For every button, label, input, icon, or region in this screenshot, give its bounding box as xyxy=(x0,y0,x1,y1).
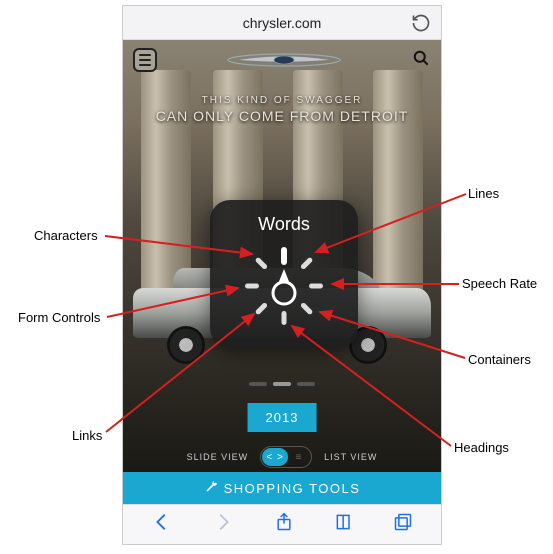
rotor-tick-form-controls xyxy=(245,283,259,288)
chrysler-logo xyxy=(224,50,344,70)
callout-form-controls: Form Controls xyxy=(18,310,100,325)
shopping-tools-bar[interactable]: SHOPPING TOOLS xyxy=(123,472,441,504)
safari-toolbar xyxy=(123,504,441,544)
carousel-dot[interactable] xyxy=(297,382,315,386)
hamburger-icon[interactable] xyxy=(133,48,157,72)
site-header xyxy=(123,40,441,80)
callout-links: Links xyxy=(72,428,102,443)
callout-speech-rate: Speech Rate xyxy=(462,276,537,291)
share-icon[interactable] xyxy=(274,512,294,537)
callout-headings: Headings xyxy=(454,440,509,455)
search-icon[interactable] xyxy=(411,48,431,73)
rotor-tick-links xyxy=(255,302,268,315)
forward-icon[interactable] xyxy=(212,511,234,538)
rotor-tick-containers xyxy=(300,302,313,315)
rotor-tick-words xyxy=(281,247,287,265)
rotor-tick-headings xyxy=(282,311,287,325)
reload-icon[interactable] xyxy=(411,13,431,33)
bookmarks-icon[interactable] xyxy=(334,512,354,537)
year-button[interactable]: 2013 xyxy=(248,403,317,432)
tabs-icon[interactable] xyxy=(393,512,413,537)
url-bar[interactable]: chrysler.com xyxy=(123,6,441,40)
callout-containers: Containers xyxy=(468,352,531,367)
view-toggle[interactable]: < > ≡ xyxy=(260,446,312,468)
view-toggle-row: SLIDE VIEW < > ≡ LIST VIEW xyxy=(123,446,441,468)
back-icon[interactable] xyxy=(151,511,173,538)
rotor-pointer-icon xyxy=(270,266,298,306)
rotor-tick-lines xyxy=(300,256,313,269)
slide-view-label: SLIDE VIEW xyxy=(187,452,249,462)
hero-line-1: THIS KIND OF SWAGGER xyxy=(123,95,441,106)
rotor-tick-speech-rate xyxy=(309,283,323,288)
url-text: chrysler.com xyxy=(243,15,322,31)
toggle-list-icon: ≡ xyxy=(288,452,310,463)
voiceover-rotor[interactable]: Words xyxy=(210,200,358,348)
list-view-label: LIST VIEW xyxy=(324,452,377,462)
hero-line-2: CAN ONLY COME FROM DETROIT xyxy=(123,108,441,124)
wrench-icon xyxy=(204,480,218,497)
carousel-dot[interactable] xyxy=(273,382,291,386)
shopping-tools-label: SHOPPING TOOLS xyxy=(224,481,361,496)
carousel-dots[interactable] xyxy=(123,382,441,386)
hero-headline: THIS KIND OF SWAGGER CAN ONLY COME FROM … xyxy=(123,95,441,124)
rotor-title: Words xyxy=(210,214,358,235)
callout-characters: Characters xyxy=(34,228,98,243)
carousel-dot[interactable] xyxy=(249,382,267,386)
toggle-knob: < > xyxy=(262,448,288,466)
callout-lines: Lines xyxy=(468,186,499,201)
rotor-tick-characters xyxy=(255,256,268,269)
